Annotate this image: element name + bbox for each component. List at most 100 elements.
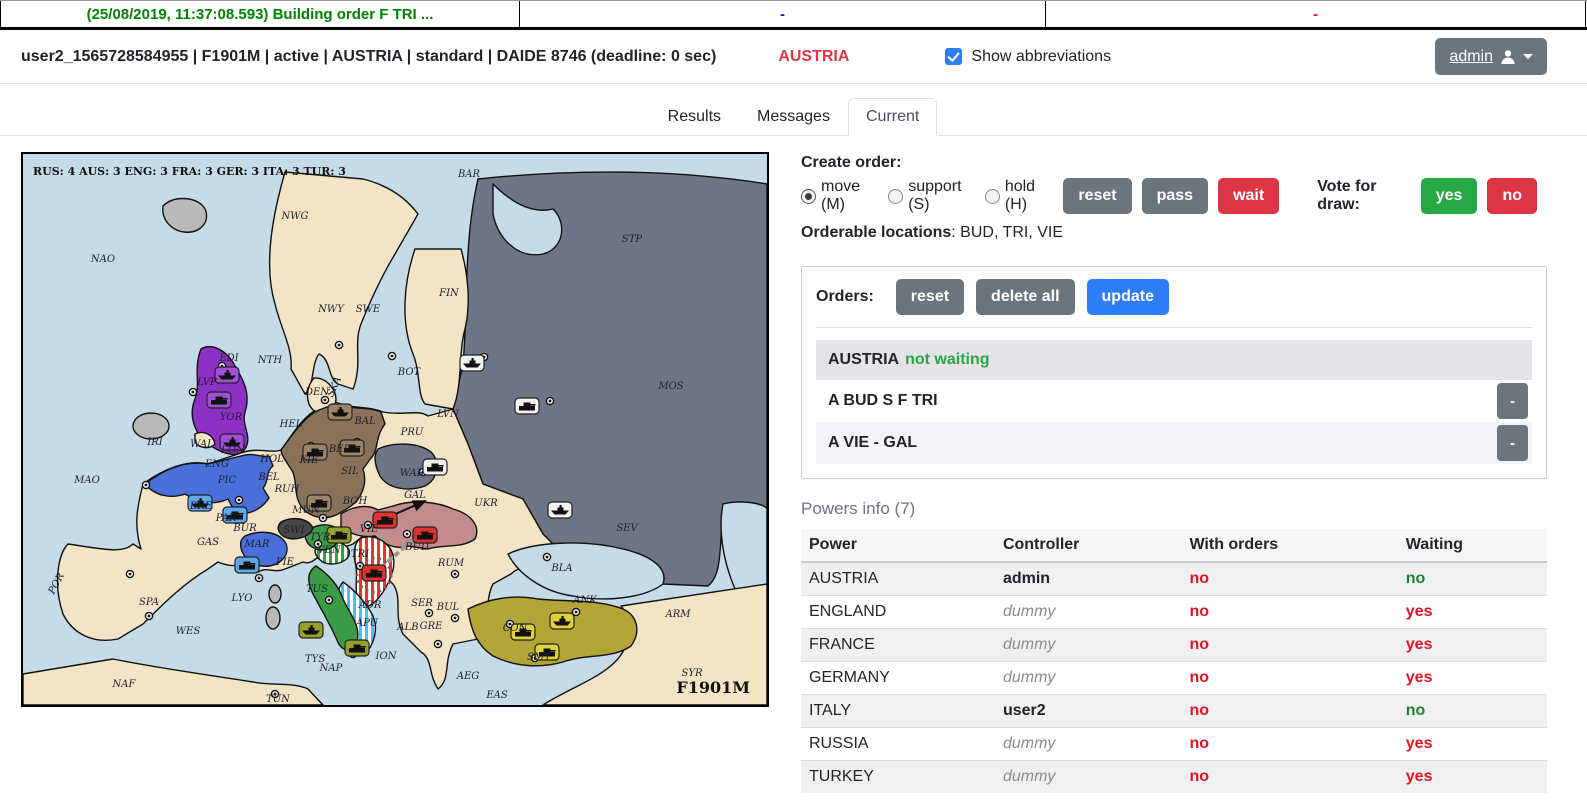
- supply-center-dot: [403, 530, 410, 537]
- orders-update-button[interactable]: update: [1087, 279, 1169, 315]
- army-unit-aus[interactable]: [413, 527, 437, 543]
- remove-order-button[interactable]: -: [1497, 383, 1528, 419]
- vote-no-button[interactable]: no: [1487, 178, 1537, 214]
- show-abbreviations-label: Show abbreviations: [971, 48, 1111, 66]
- fleet-unit-eng[interactable]: [215, 367, 239, 383]
- supply-center-dot: [325, 596, 332, 603]
- map-label-fin: FIN: [438, 288, 460, 299]
- map-label-kie: KIE: [299, 455, 319, 466]
- fleet-unit-rus[interactable]: [460, 355, 484, 371]
- waiting-cell: no: [1398, 562, 1547, 596]
- with-orders-cell: no: [1181, 596, 1397, 629]
- controller-cell: user2: [995, 695, 1182, 728]
- powers-col-with-orders: With orders: [1181, 529, 1397, 562]
- powers-row-germany: GERMANYdummynoyes: [801, 662, 1547, 695]
- map-label-bur: BUR: [232, 523, 257, 534]
- powers-col-waiting: Waiting: [1398, 529, 1547, 562]
- map-label-ukr: UKR: [474, 498, 498, 509]
- supply-center-dot: [543, 553, 550, 560]
- fleet-unit-ita[interactable]: [299, 622, 323, 638]
- waiting-cell: no: [1398, 695, 1547, 728]
- army-unit-rus[interactable]: [423, 459, 447, 475]
- map-label-iri: IRI: [146, 437, 163, 448]
- vote-yes-button[interactable]: yes: [1421, 178, 1478, 214]
- orders-reset-button[interactable]: reset: [896, 279, 964, 315]
- map-label-lvn: LVN: [436, 409, 460, 420]
- tab-current[interactable]: Current: [848, 98, 937, 136]
- orderable-locations: Orderable locations: BUD, TRI, VIE: [801, 224, 1547, 242]
- map-label-alb: ALB: [396, 622, 418, 633]
- ireland: [133, 413, 169, 439]
- with-orders-cell: no: [1181, 761, 1397, 794]
- fleet-unit-tur[interactable]: [550, 613, 574, 629]
- waiting-cell: yes: [1398, 662, 1547, 695]
- supply-center-dot: [451, 614, 458, 621]
- map-label-nth: NTH: [257, 355, 282, 366]
- orders-label: Orders:: [816, 288, 874, 306]
- admin-menu-button[interactable]: admin: [1435, 38, 1547, 75]
- radio-label: hold (H): [1005, 178, 1048, 214]
- powers-row-russia: RUSSIAdummynoyes: [801, 728, 1547, 761]
- wait-button[interactable]: wait: [1218, 178, 1279, 214]
- map-label-tyr: TYR: [310, 532, 331, 543]
- army-unit-rus[interactable]: [515, 398, 539, 414]
- army-unit-fra[interactable]: [235, 557, 259, 573]
- map-label-bal: BAL: [353, 416, 376, 427]
- sardinia: [266, 607, 280, 629]
- supply-center-dot: [434, 640, 441, 647]
- map-label-wal: WAL: [190, 439, 214, 450]
- show-abbreviations-checkbox[interactable]: [945, 48, 962, 65]
- map-label-sil: SIL: [341, 466, 359, 477]
- radio-hold[interactable]: [985, 189, 1000, 204]
- map-label-mao: MAO: [73, 475, 100, 486]
- tab-results[interactable]: Results: [650, 98, 739, 136]
- map-label-pru: PRU: [400, 427, 424, 438]
- controller-cell: dummy: [995, 761, 1182, 794]
- map-label-ruh: RUH: [274, 484, 300, 495]
- caret-down-icon: [1523, 54, 1533, 59]
- map-label-nao: NAO: [90, 254, 115, 265]
- orders-delete-all-button[interactable]: delete all: [976, 279, 1074, 315]
- fleet-unit-rus[interactable]: [548, 502, 572, 518]
- status-cell-middle: -: [520, 1, 1046, 27]
- powers-row-france: FRANCEdummynoyes: [801, 629, 1547, 662]
- user-icon: [1500, 49, 1516, 65]
- army-unit-ita[interactable]: [327, 527, 351, 543]
- power-cell: TURKEY: [801, 761, 995, 794]
- radio-support[interactable]: [888, 189, 903, 204]
- pass-button[interactable]: pass: [1142, 178, 1208, 214]
- powers-row-turkey: TURKEYdummynoyes: [801, 761, 1547, 794]
- map-label-adr: ADR: [358, 600, 382, 611]
- army-unit-ita[interactable]: [345, 640, 369, 656]
- supply-center-dot: [319, 514, 326, 521]
- map-label-bla: BLA: [550, 563, 572, 574]
- reset-button[interactable]: reset: [1063, 178, 1131, 214]
- map-phase-label: F1901M: [676, 678, 750, 697]
- supply-center-dot: [235, 496, 242, 503]
- map-label-lvp: LVP: [196, 377, 217, 388]
- map-label-bar: BAR: [457, 169, 481, 180]
- supply-center-dot: [451, 570, 458, 577]
- powers-info-title: Powers info (7): [801, 499, 1547, 519]
- map-label-eas: EAS: [485, 690, 508, 701]
- map-label-bre: BRE: [189, 501, 213, 512]
- power-cell: AUSTRIA: [801, 562, 995, 596]
- supply-center-dot: [546, 397, 553, 404]
- map-label-pie: PIE: [275, 557, 295, 568]
- waiting-cell: yes: [1398, 596, 1547, 629]
- radio-move[interactable]: [801, 189, 816, 204]
- diplomacy-map[interactable]: NAONWGBARSTPMOSFINBOTSWENWYNTHSKADENHELB…: [21, 152, 769, 707]
- admin-username: admin: [1449, 48, 1493, 66]
- map-label-nwy: NWY: [317, 304, 345, 315]
- order-type-option-move: move (M): [801, 178, 872, 214]
- controller-cell: dummy: [995, 728, 1182, 761]
- order-type-option-hold: hold (H): [985, 178, 1048, 214]
- army-unit-aus[interactable]: [362, 565, 386, 581]
- map-label-ion: ION: [375, 651, 398, 662]
- supply-center-dot: [145, 612, 152, 619]
- remove-order-button[interactable]: -: [1497, 425, 1528, 461]
- army-unit-eng[interactable]: [207, 392, 231, 408]
- orders-list: A BUD S F TRI-A VIE - GAL-: [816, 380, 1532, 464]
- tab-messages[interactable]: Messages: [739, 98, 848, 136]
- fleet-unit-ger[interactable]: [328, 404, 352, 420]
